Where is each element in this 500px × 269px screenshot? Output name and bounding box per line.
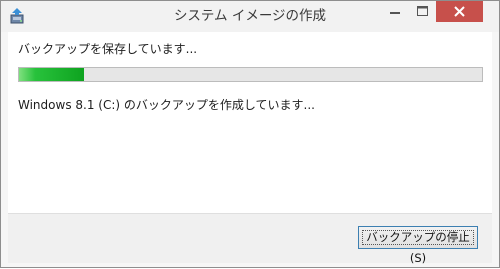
stop-backup-button[interactable]: バックアップの停止(S) <box>358 226 478 265</box>
stop-backup-button-label: バックアップの停止(S) <box>366 230 470 265</box>
title-bar[interactable]: システム イメージの作成 <box>1 1 499 32</box>
minimize-button[interactable] <box>381 1 409 22</box>
status-text: バックアップを保存しています... <box>18 42 198 56</box>
close-button[interactable] <box>436 1 483 22</box>
close-icon <box>454 6 465 17</box>
progress-fill <box>19 68 84 81</box>
status-detail-text: Windows 8.1 (C:) のバックアップを作成しています... <box>18 98 315 112</box>
backup-window: システム イメージの作成 バックアップを保存しています... Windows 8… <box>0 0 500 268</box>
maximize-button[interactable] <box>409 1 436 22</box>
backup-progress-bar <box>18 67 483 82</box>
button-footer: バックアップの停止(S) <box>8 213 492 265</box>
dialog-content: バックアップを保存しています... Windows 8.1 (C:) のバックア… <box>8 32 492 265</box>
maximize-icon <box>417 6 428 16</box>
minimize-icon <box>390 12 400 14</box>
